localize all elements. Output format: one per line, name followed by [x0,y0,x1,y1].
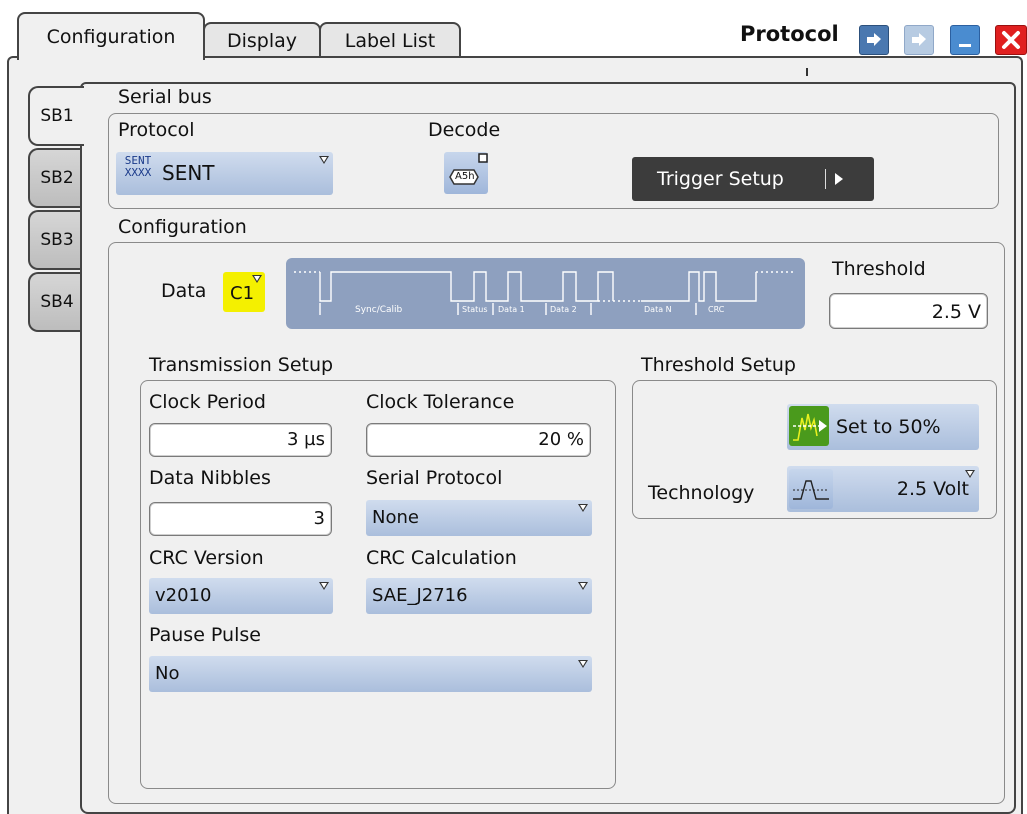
protocol-label: Protocol [118,119,195,141]
chevron-down-icon [578,582,588,590]
chevron-down-icon [319,156,329,164]
crc-calculation-label: CRC Calculation [366,547,517,569]
chevron-down-icon [578,504,588,512]
decode-icon-text: A5h [455,171,475,182]
crc-version-label: CRC Version [149,547,264,569]
pause-pulse-value: No [155,663,180,684]
minimize-icon [959,44,971,47]
trigger-setup-button[interactable]: Trigger Setup [632,157,874,201]
decode-button[interactable]: A5h [444,152,488,194]
tab-sb2-label: SB2 [40,168,74,188]
trigger-setup-label: Trigger Setup [657,168,784,190]
clock-tolerance-label: Clock Tolerance [366,391,515,413]
technology-label: Technology [648,482,755,504]
chevron-down-icon [319,582,329,590]
chevron-down-icon [965,470,975,478]
data-source-select[interactable]: C1 [223,272,265,312]
technology-select[interactable]: 2.5 Volt [787,466,979,512]
tab-display[interactable]: Display [203,22,321,58]
redo-icon [912,33,926,46]
tab-display-label: Display [226,30,298,52]
serial-protocol-value: None [372,507,419,528]
threshold-field[interactable]: 2.5 V [829,293,988,329]
tab-configuration[interactable]: Configuration [17,12,205,60]
diagram-label-data1: Data 1 [498,305,525,314]
diagram-label-datan: Data N [644,305,672,314]
technology-value: 2.5 Volt [896,478,969,500]
crc-version-select[interactable]: v2010 [149,578,333,614]
pause-pulse-label: Pause Pulse [149,624,261,646]
tab-sb4[interactable]: SB4 [28,272,84,332]
threshold-setup-heading: Threshold Setup [641,354,796,376]
crc-calculation-value: SAE_J2716 [372,585,468,606]
diagram-label-data2: Data 2 [550,305,577,314]
close-button[interactable] [995,25,1027,55]
decode-label: Decode [428,119,501,141]
undo-button[interactable] [859,25,889,55]
close-icon [1002,31,1020,49]
data-source-value: C1 [230,283,255,304]
threshold-level-icon [789,406,829,446]
undo-icon [867,33,881,46]
clock-period-field[interactable]: 3 µs [149,423,332,457]
tab-sb3[interactable]: SB3 [28,210,84,270]
pulse-svg [793,480,829,500]
data-nibbles-label: Data Nibbles [149,467,271,489]
sent-frame-diagram: Sync/Calib Status Data 1 Data 2 Data N C… [286,258,805,329]
pause-pulse-select[interactable]: No [149,656,592,692]
transmission-setup-heading: Transmission Setup [149,354,334,376]
tab-sb2[interactable]: SB2 [28,148,84,208]
tab-label-list[interactable]: Label List [319,22,461,58]
configuration-heading: Configuration [118,216,247,238]
protocol-value: SENT [162,161,215,185]
crc-version-value: v2010 [155,585,212,606]
sent-protocol-icon: SENT XXXX [120,155,156,191]
window-title: Protocol [740,22,839,46]
sent-icon-text-bottom: XXXX [124,166,152,179]
data-nibbles-field[interactable]: 3 [149,502,332,536]
crc-calculation-select[interactable]: SAE_J2716 [366,578,592,614]
sent-waveform [294,271,796,315]
threshold-label: Threshold [832,258,926,280]
tab-configuration-label: Configuration [46,26,176,48]
tick-mark [806,68,808,76]
threshold-level-svg [793,413,827,441]
tab-sb3-label: SB3 [40,230,74,250]
chevron-down-icon [578,660,588,668]
serial-bus-heading: Serial bus [118,86,212,108]
trigger-divider [825,169,826,189]
diagram-label-sync: Sync/Calib [355,305,403,315]
serial-protocol-select[interactable]: None [366,500,592,536]
clock-tolerance-field[interactable]: 20 % [366,423,591,457]
minimize-button[interactable] [950,25,980,55]
set-to-50-button[interactable]: Set to 50% [787,404,979,450]
serial-protocol-label: Serial Protocol [366,467,503,489]
tab-sb1-label: SB1 [40,106,74,126]
data-label: Data [161,280,207,302]
chevron-down-icon [252,275,262,283]
clock-period-label: Clock Period [149,391,266,413]
tab-sb1[interactable]: SB1 [28,86,88,146]
tab-sb4-label: SB4 [40,292,74,312]
chevron-right-icon [835,173,843,185]
tab-label-list-label: Label List [344,30,436,52]
set-to-50-label: Set to 50% [836,416,941,438]
protocol-select[interactable]: SENT XXXX SENT [116,152,333,195]
diagram-label-crc: CRC [708,305,725,314]
redo-button[interactable] [904,25,934,55]
diagram-label-status: Status [462,305,488,314]
pulse-icon [789,469,833,509]
